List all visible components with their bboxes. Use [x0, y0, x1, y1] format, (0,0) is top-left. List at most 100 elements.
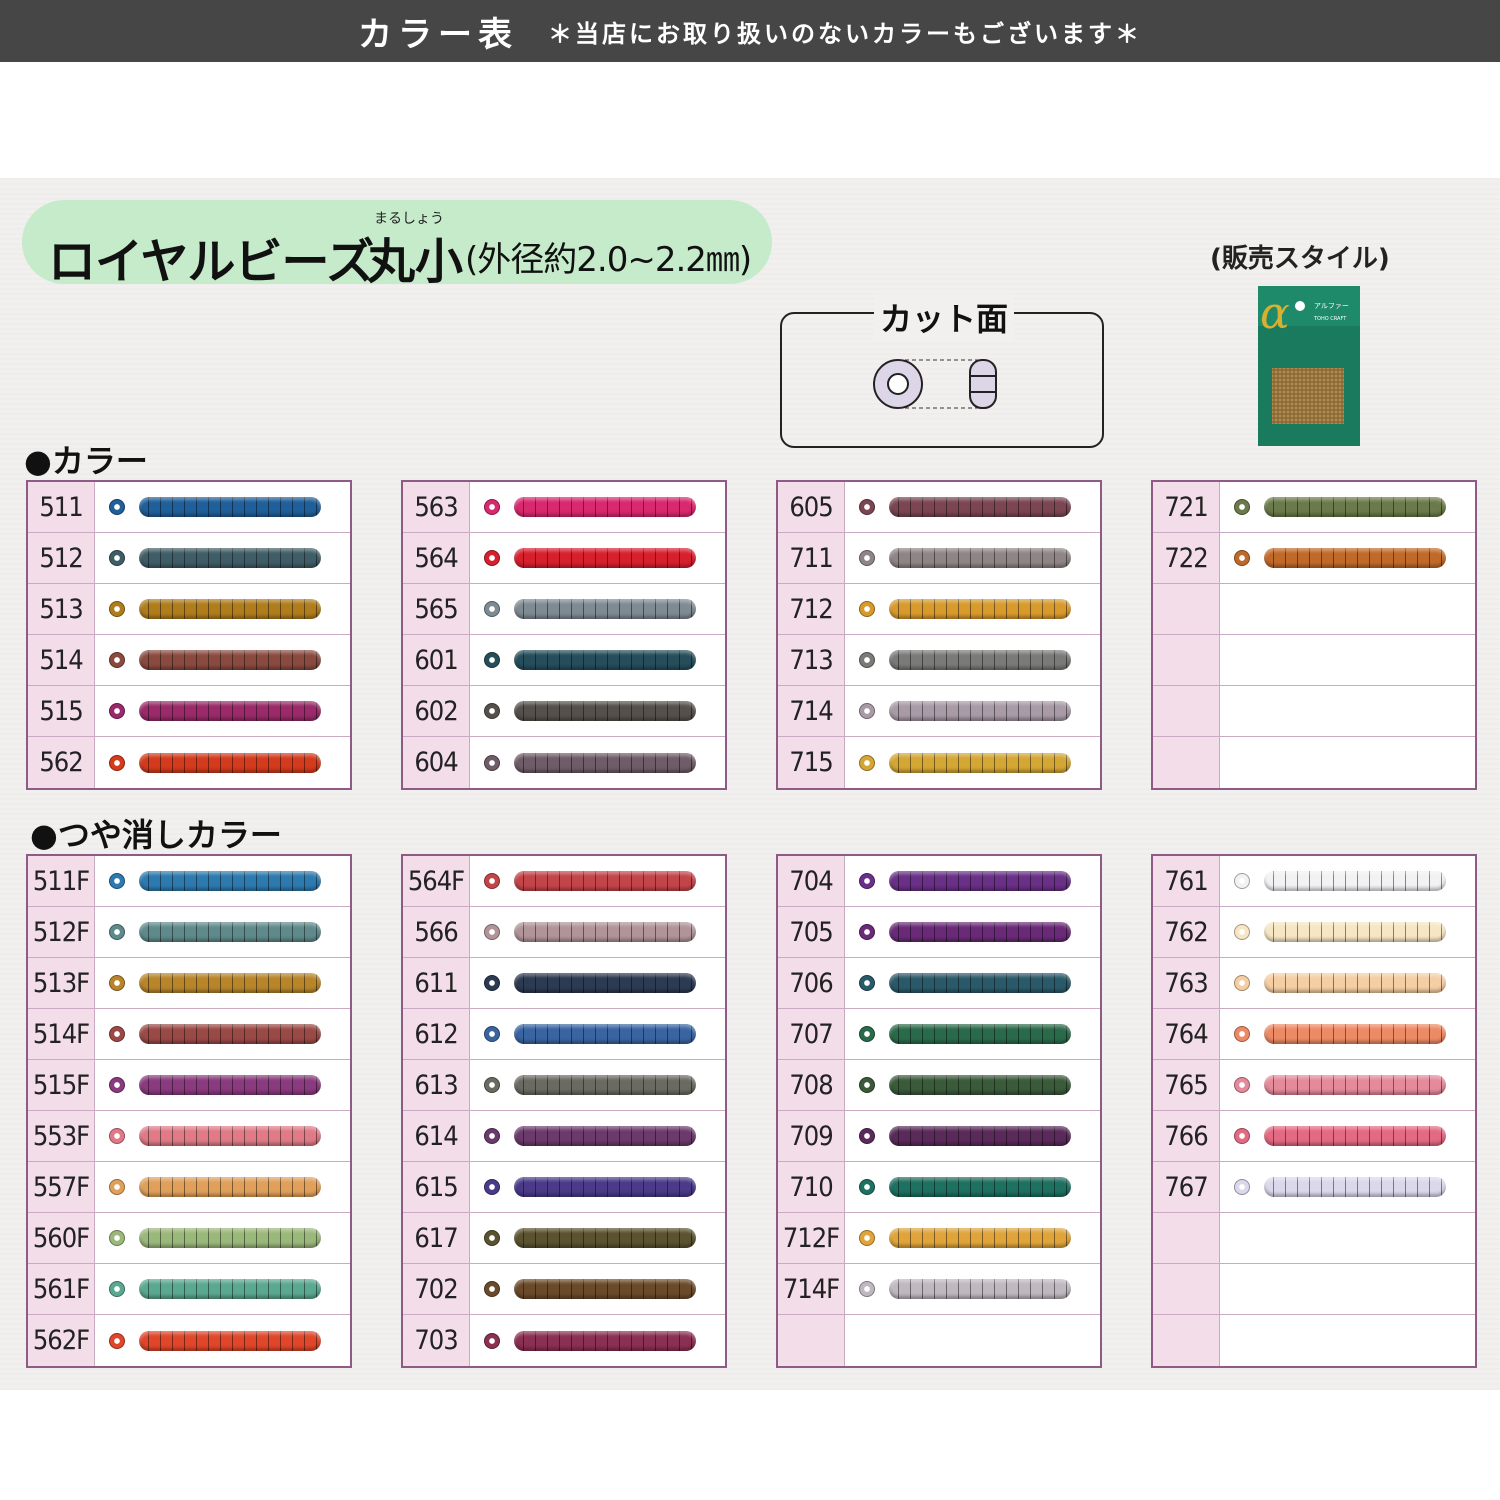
bead-sample	[1220, 1060, 1475, 1110]
product-banner: ロイヤルビーズ まるしょう 丸小 (外径約2.0~2.2㎜)	[22, 200, 772, 290]
bead-sample	[95, 856, 350, 906]
bead-sample	[845, 635, 1100, 685]
bead-strand-icon	[139, 497, 321, 517]
color-row: 564F	[403, 856, 725, 907]
single-bead-icon	[1234, 873, 1250, 889]
bead-strand-icon	[514, 871, 696, 891]
color-row: 767	[1153, 1162, 1475, 1213]
alpha-logo-icon: α	[1260, 288, 1290, 339]
single-bead-icon	[484, 1230, 500, 1246]
color-row: 602	[403, 686, 725, 737]
product-name: ロイヤルビーズ	[48, 234, 374, 290]
color-code: 761	[1153, 856, 1220, 906]
size-spec: (外径約2.0~2.2㎜)	[465, 240, 752, 280]
color-code: 511	[28, 482, 95, 532]
single-bead-icon	[109, 1026, 125, 1042]
empty-row	[1153, 635, 1475, 686]
bead-strand-icon	[1264, 1126, 1446, 1146]
single-bead-icon	[484, 924, 500, 940]
bead-sample	[845, 1264, 1100, 1314]
bead-sample	[1220, 958, 1475, 1008]
empty-row	[1153, 1264, 1475, 1315]
color-code	[1153, 1315, 1220, 1366]
bead-strand-icon	[139, 1075, 321, 1095]
color-row: 709	[778, 1111, 1100, 1162]
bead-sample	[95, 635, 350, 685]
bead-sample	[470, 686, 725, 736]
single-bead-icon	[109, 873, 125, 889]
color-code: 611	[403, 958, 470, 1008]
single-bead-icon	[1234, 975, 1250, 991]
bead-strand-icon	[139, 701, 321, 721]
bead-strand-icon	[889, 871, 1071, 891]
bead-strand-icon	[514, 599, 696, 619]
color-row: 714F	[778, 1264, 1100, 1315]
empty-row	[778, 1315, 1100, 1366]
bead-strand-icon	[139, 1330, 321, 1351]
bead-sample	[845, 907, 1100, 957]
single-bead-icon	[859, 1128, 875, 1144]
single-bead-icon	[1234, 550, 1250, 566]
bead-sample	[470, 1213, 725, 1263]
cut-face-label: カット面	[874, 294, 1015, 340]
color-row: 565	[403, 584, 725, 635]
bead-sample	[845, 482, 1100, 532]
color-row: 763	[1153, 958, 1475, 1009]
bead-sample	[845, 584, 1100, 634]
color-code: 604	[403, 737, 470, 788]
color-row: 512	[28, 533, 350, 584]
bead-strand-icon	[889, 599, 1071, 619]
color-code: 562	[28, 737, 95, 788]
bead-strand-icon	[889, 650, 1071, 670]
color-code	[1153, 1213, 1220, 1263]
single-bead-icon	[484, 703, 500, 719]
single-bead-icon	[859, 1179, 875, 1195]
single-bead-icon	[484, 975, 500, 991]
bead-sample	[845, 1315, 1100, 1366]
color-code	[778, 1315, 845, 1366]
bead-sample	[95, 533, 350, 583]
color-row: 613	[403, 1060, 725, 1111]
color-code: 566	[403, 907, 470, 957]
bead-sample	[1220, 1009, 1475, 1059]
bead-strand-icon	[139, 752, 321, 773]
color-code: 722	[1153, 533, 1220, 583]
bead-strand-icon	[514, 1177, 696, 1197]
color-row: 722	[1153, 533, 1475, 584]
single-bead-icon	[484, 1179, 500, 1195]
color-row: 712F	[778, 1213, 1100, 1264]
single-bead-icon	[859, 703, 875, 719]
bead-sample	[1220, 856, 1475, 906]
bead-sample	[845, 1162, 1100, 1212]
color-row: 560F	[28, 1213, 350, 1264]
bead-strand-icon	[889, 1075, 1071, 1095]
empty-row	[1153, 686, 1475, 737]
color-row: 515	[28, 686, 350, 737]
single-bead-icon	[859, 1230, 875, 1246]
color-code: 565	[403, 584, 470, 634]
bead-sample	[845, 1111, 1100, 1161]
bead-sample	[1220, 482, 1475, 532]
bead-sample	[95, 482, 350, 532]
bead-sample	[470, 1315, 725, 1366]
color-row: 710	[778, 1162, 1100, 1213]
bead-strand-icon	[514, 1024, 696, 1044]
single-bead-icon	[859, 975, 875, 991]
bead-strand-icon	[514, 650, 696, 670]
color-code: 714F	[778, 1264, 845, 1314]
single-bead-icon	[109, 652, 125, 668]
single-bead-icon	[109, 1128, 125, 1144]
bead-sample	[470, 1009, 725, 1059]
bead-strand-icon	[139, 871, 321, 891]
color-code: 710	[778, 1162, 845, 1212]
bead-strand-icon	[889, 752, 1071, 773]
bead-sample	[845, 533, 1100, 583]
page-title: カラー表	[358, 14, 518, 55]
single-bead-icon	[484, 1281, 500, 1297]
single-bead-icon	[484, 1128, 500, 1144]
color-row: 563	[403, 482, 725, 533]
color-row: 561F	[28, 1264, 350, 1315]
bead-strand-icon	[514, 1126, 696, 1146]
single-bead-icon	[859, 652, 875, 668]
color-table-4: 721 722	[1151, 480, 1477, 790]
